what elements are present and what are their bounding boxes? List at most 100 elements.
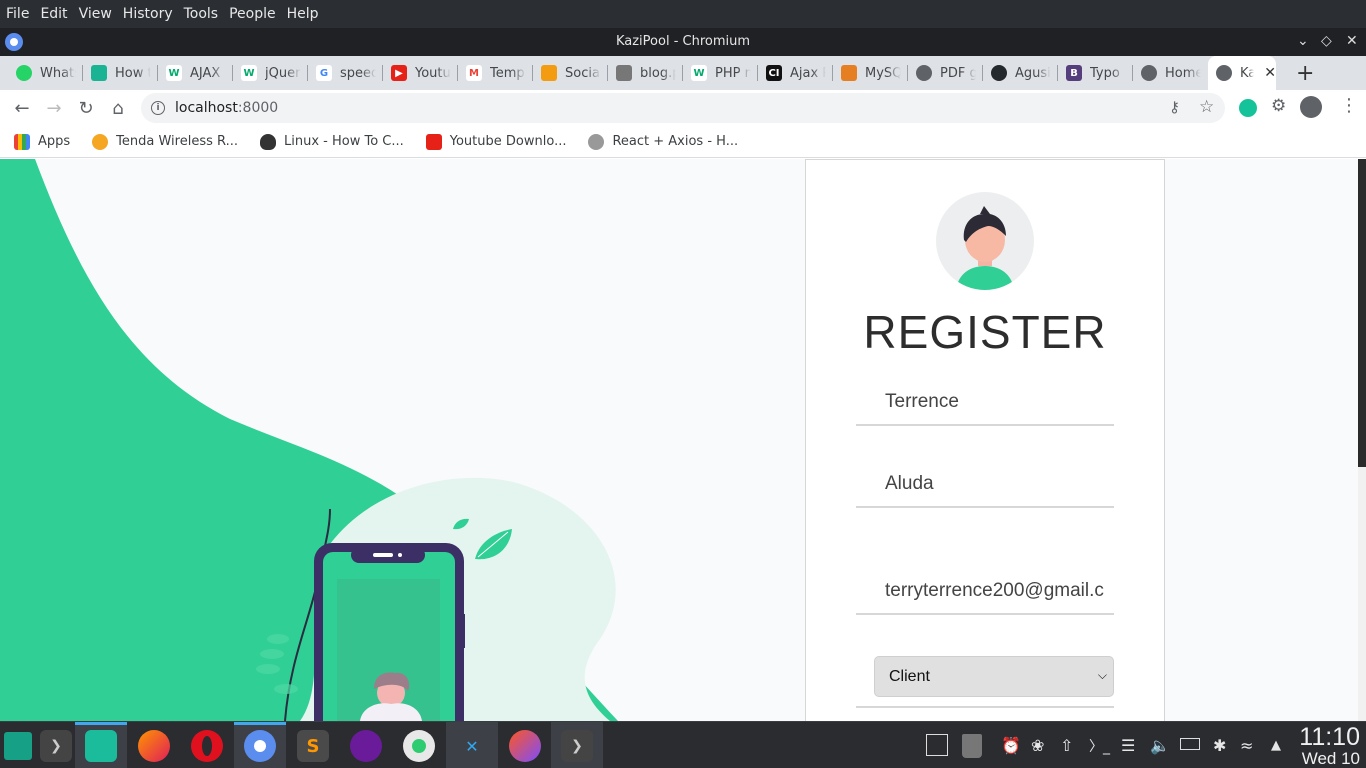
info-icon[interactable]: i — [151, 101, 165, 115]
bookmark-react-axios[interactable]: React + Axios - H... — [588, 133, 738, 150]
tab-label: Home — [1165, 65, 1201, 81]
tab-home[interactable]: Home — [1133, 56, 1208, 90]
forward-arrow-icon[interactable]: → — [38, 92, 70, 124]
menu-file[interactable]: File — [4, 6, 38, 22]
trash-icon[interactable] — [962, 734, 982, 758]
scrollbar-thumb[interactable] — [1358, 159, 1366, 467]
firefox-icon[interactable] — [138, 730, 170, 762]
tab-speed[interactable]: Gspeed — [308, 56, 383, 90]
tab-gmail[interactable]: M Temp — [458, 56, 533, 90]
sublime-text-icon[interactable]: S — [297, 730, 329, 762]
bluetooth-icon[interactable]: ✱ — [1213, 736, 1226, 755]
bookmarks-bar: Apps Tenda Wireless R... Linux - How To … — [0, 126, 1366, 158]
tab-label: Youtube — [415, 65, 451, 81]
wifi-icon[interactable]: ≈ — [1240, 736, 1253, 755]
bookmark-linux[interactable]: Linux - How To C... — [259, 133, 404, 150]
browser-toolbar: ← → ↻ ⌂ i localhost:8000 ⚷ ☆ ⚙ ⋮ — [0, 90, 1366, 126]
register-card: REGISTER Terrence Aluda terryterrence200… — [805, 159, 1165, 721]
back-arrow-icon[interactable]: ← — [6, 92, 38, 124]
reload-icon[interactable]: ↻ — [70, 92, 102, 124]
maximize-icon[interactable]: ◇ — [1321, 33, 1332, 49]
clock[interactable]: 11:10 Wed 10 — [1299, 724, 1360, 768]
menu-help[interactable]: Help — [285, 6, 328, 22]
menu-bar: File Edit View History Tools People Help — [0, 0, 1366, 28]
vscode-icon[interactable]: ✕ — [456, 730, 488, 762]
key-icon[interactable]: ⚷ — [1169, 98, 1180, 116]
window-titlebar: KaziPool - Chromium ⌄ ◇ ✕ — [0, 28, 1366, 56]
tab-label: Agusi — [1015, 65, 1051, 81]
avatar — [936, 192, 1034, 290]
tab-kazipool-active[interactable]: Ka ✕ — [1208, 56, 1276, 90]
menu-edit[interactable]: Edit — [38, 6, 76, 22]
leaf-tray-icon[interactable]: ❀ — [1031, 736, 1044, 755]
show-desktop-icon[interactable] — [926, 734, 948, 756]
console-icon[interactable]: 〉_ — [1089, 736, 1110, 756]
home-icon[interactable]: ⌂ — [102, 92, 134, 124]
menu-history[interactable]: History — [121, 6, 182, 22]
clipboard-icon[interactable]: ☰ — [1121, 736, 1135, 755]
tenda-icon — [92, 133, 109, 150]
role-select[interactable]: Client ⌵ — [874, 656, 1114, 697]
url-text[interactable]: localhost:8000 — [175, 100, 278, 116]
google-icon: G — [316, 65, 332, 81]
person-icon — [588, 133, 605, 150]
opera-icon[interactable] — [191, 730, 223, 762]
bookmark-youtube[interactable]: Youtube Downlo... — [425, 133, 566, 150]
alarm-icon[interactable]: ⏰ — [1001, 736, 1021, 755]
page-content: REGISTER Terrence Aluda terryterrence200… — [0, 159, 1366, 721]
email-field[interactable]: terryterrence200@gmail.c — [856, 569, 1114, 615]
tab-youtube[interactable]: ▶ Youtube — [383, 56, 458, 90]
first-name-field[interactable]: Terrence — [856, 380, 1114, 426]
tab-label: PDF g — [940, 65, 976, 81]
close-tab-icon[interactable]: ✕ — [1264, 65, 1276, 81]
tab-label: Ka — [1240, 65, 1255, 81]
tab-jquery[interactable]: WjQuery — [233, 56, 308, 90]
battery-icon[interactable] — [1180, 738, 1200, 750]
tab-label: blog.p — [640, 65, 676, 81]
terminal-icon[interactable]: ❯ — [561, 730, 593, 762]
tab-ajax-p[interactable]: CI Ajax P — [758, 56, 833, 90]
new-tab-icon[interactable]: + — [1296, 61, 1314, 86]
close-window-icon[interactable]: ✕ — [1346, 33, 1358, 49]
files-icon[interactable] — [85, 730, 117, 762]
tab-whatsapp[interactable]: WhatsApp — [8, 56, 83, 90]
volume-icon[interactable]: 🔈 — [1150, 736, 1170, 755]
bookmark-apps[interactable]: Apps — [14, 133, 70, 150]
youtube-icon — [425, 133, 442, 150]
last-name-field[interactable]: Aluda — [856, 462, 1114, 508]
tab-mysql[interactable]: MySQ — [833, 56, 908, 90]
menu-view[interactable]: View — [77, 6, 121, 22]
bookmark-star-icon[interactable]: ☆ — [1199, 97, 1214, 117]
tab-pdf[interactable]: PDF g — [908, 56, 983, 90]
tab-github[interactable]: Agusi — [983, 56, 1058, 90]
manjaro-menu-icon[interactable] — [4, 732, 32, 760]
more-menu-icon[interactable]: ⋮ — [1340, 95, 1358, 116]
tab-bootstrap[interactable]: B Typo — [1058, 56, 1133, 90]
terminal-icon[interactable]: ❯ — [40, 730, 72, 762]
tab-ajax[interactable]: W AJAX — [158, 56, 233, 90]
chromium-icon[interactable] — [244, 730, 276, 762]
minimize-icon[interactable]: ⌄ — [1297, 33, 1309, 49]
tab-how-to[interactable]: How to — [83, 56, 158, 90]
chevron-up-icon[interactable]: ▲ — [1271, 738, 1281, 753]
extensions-puzzle-icon[interactable]: ⚙ — [1271, 96, 1286, 116]
bookmark-tenda[interactable]: Tenda Wireless R... — [92, 133, 238, 150]
tab-social[interactable]: Social — [533, 56, 608, 90]
bookmark-label: Linux - How To C... — [283, 134, 404, 149]
address-bar[interactable]: i localhost:8000 ⚷ ☆ — [141, 93, 1225, 123]
doc-icon — [616, 65, 632, 81]
tab-label: PHP n — [715, 65, 751, 81]
app-icon[interactable] — [403, 730, 435, 762]
w3schools-icon: W — [241, 65, 257, 81]
github-icon — [991, 65, 1007, 81]
profile-icon[interactable] — [1300, 96, 1322, 118]
grammarly-icon[interactable] — [1239, 99, 1257, 117]
tab-php[interactable]: W PHP n — [683, 56, 758, 90]
update-icon[interactable]: ⇧ — [1060, 736, 1073, 755]
menu-tools[interactable]: Tools — [182, 6, 228, 22]
tor-browser-icon[interactable] — [350, 730, 382, 762]
clock-time: 11:10 — [1299, 723, 1360, 751]
tab-blog[interactable]: blog.p — [608, 56, 683, 90]
firefox-dev-icon[interactable] — [509, 730, 541, 762]
menu-people[interactable]: People — [227, 6, 285, 22]
